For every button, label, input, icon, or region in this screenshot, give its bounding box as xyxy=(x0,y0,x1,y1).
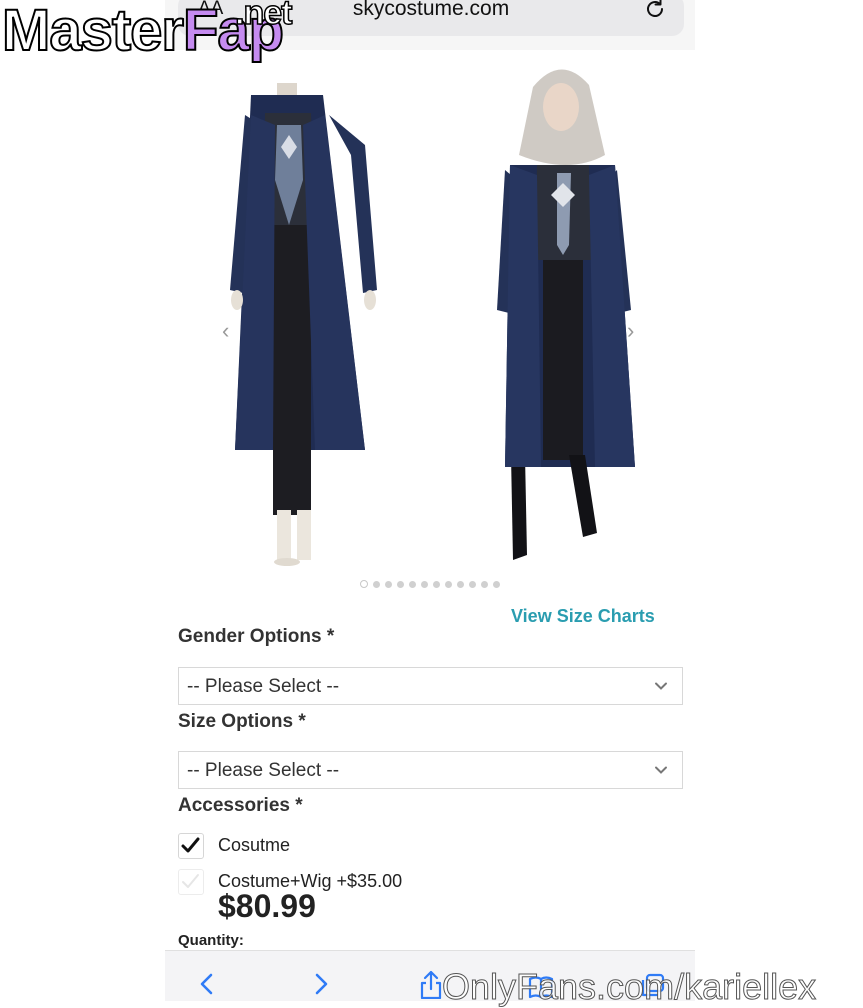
gallery-pagination[interactable] xyxy=(165,580,695,588)
gallery-dot[interactable] xyxy=(433,581,440,588)
view-size-charts-link[interactable]: View Size Charts xyxy=(511,606,655,627)
costume-wig-checkbox[interactable] xyxy=(178,869,204,895)
gallery-dot[interactable] xyxy=(493,581,500,588)
accessories-label: Accessories * xyxy=(178,795,303,816)
gallery-dot[interactable] xyxy=(457,581,464,588)
size-select-value: -- Please Select -- xyxy=(187,760,340,781)
chevron-down-icon xyxy=(655,682,667,690)
quantity-label: Quantity: xyxy=(178,932,244,949)
gender-select[interactable]: -- Please Select -- xyxy=(178,667,683,705)
costume-model-image xyxy=(497,69,635,560)
forward-icon[interactable] xyxy=(307,969,335,999)
gallery-dot[interactable] xyxy=(360,580,368,588)
gallery-dot[interactable] xyxy=(469,581,476,588)
gallery-dot[interactable] xyxy=(409,581,416,588)
site-watermark-logo: MasterFap .net xyxy=(1,0,293,63)
phone-screen: AA skycostume.com ‹ › View Size Charts G… xyxy=(165,0,695,1001)
gallery-dot[interactable] xyxy=(481,581,488,588)
gallery-dot[interactable] xyxy=(445,581,452,588)
gallery-dot[interactable] xyxy=(397,581,404,588)
gallery-dot[interactable] xyxy=(421,581,428,588)
reload-icon[interactable] xyxy=(642,0,668,22)
product-gallery[interactable] xyxy=(165,55,695,575)
gallery-prev-icon[interactable]: ‹ xyxy=(222,318,229,344)
creator-watermark: OnlyFans.com/kariellex xyxy=(441,966,817,1008)
gallery-dot[interactable] xyxy=(373,581,380,588)
product-price: $80.99 xyxy=(218,888,316,924)
gallery-next-icon[interactable]: › xyxy=(627,318,634,344)
back-icon[interactable] xyxy=(193,969,221,999)
share-icon[interactable] xyxy=(417,969,445,999)
costume-option-label: Cosutme xyxy=(218,835,291,855)
gender-select-value: -- Please Select -- xyxy=(187,676,340,697)
size-options-label: Size Options * xyxy=(178,711,306,732)
gallery-dot[interactable] xyxy=(385,581,392,588)
watermark-text-master: Master xyxy=(1,0,185,63)
chevron-down-icon xyxy=(655,766,667,774)
size-select[interactable]: -- Please Select -- xyxy=(178,751,683,789)
watermark-text-net: .net xyxy=(234,0,293,32)
checkmark-icon xyxy=(181,837,200,853)
gender-options-label: Gender Options * xyxy=(178,626,335,647)
costume-checkbox[interactable] xyxy=(178,833,204,859)
checkmark-faint-icon xyxy=(182,874,199,888)
